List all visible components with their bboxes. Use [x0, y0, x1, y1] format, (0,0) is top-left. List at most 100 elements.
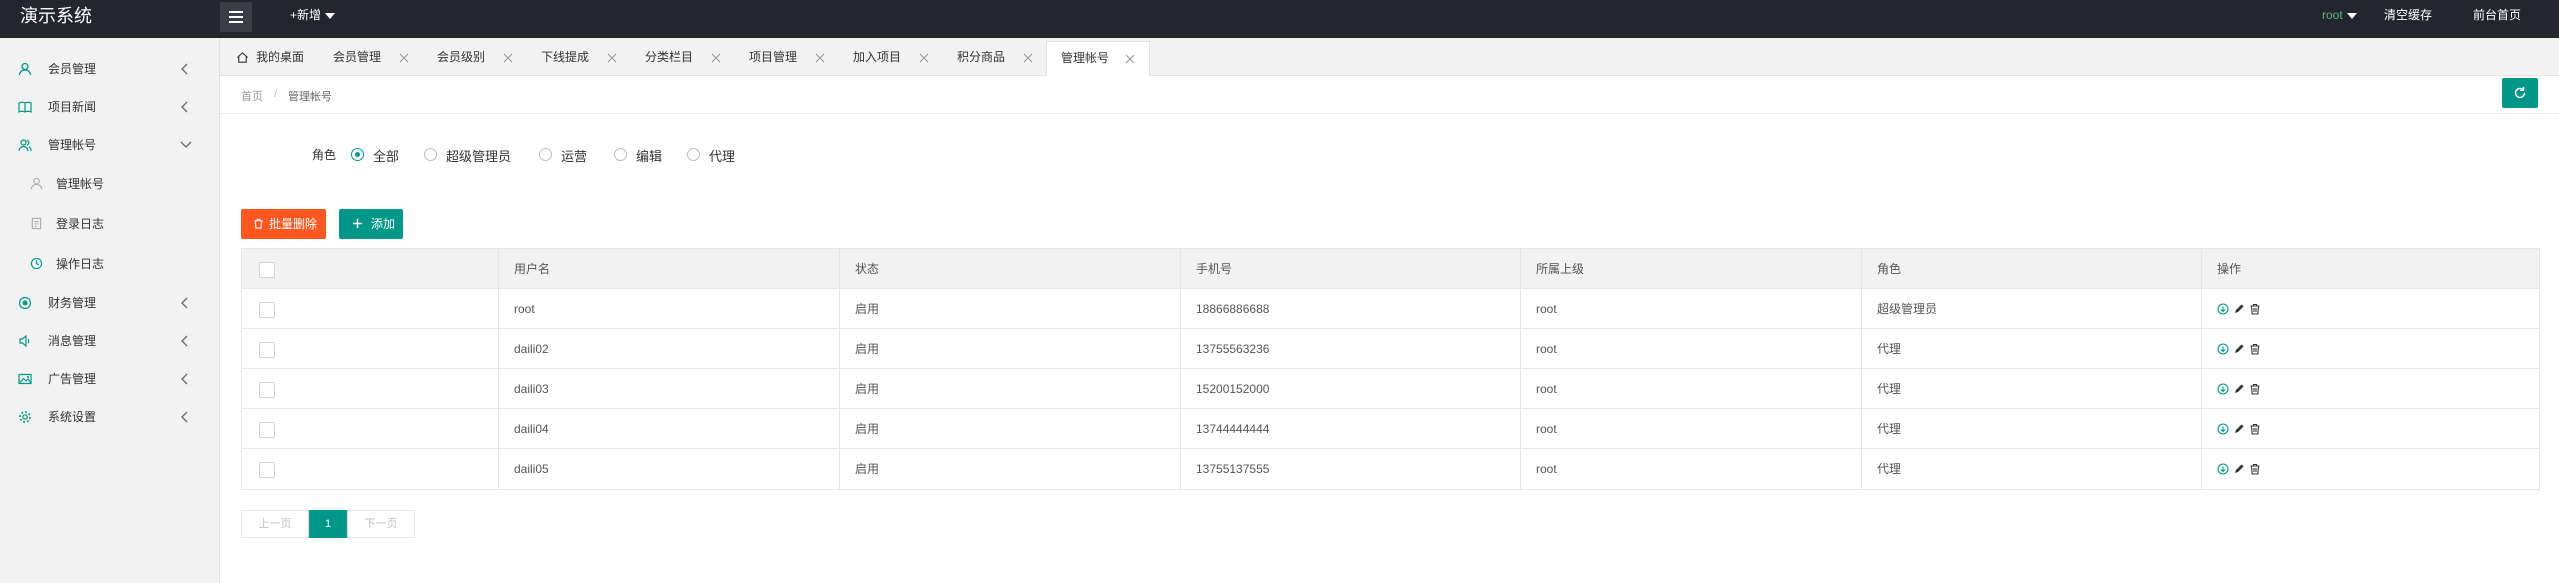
table-cell — [2201, 289, 2539, 329]
tab-category[interactable]: 分类栏目 — [645, 41, 735, 76]
next-page-button[interactable]: 下一页 — [347, 510, 415, 538]
select-all-checkbox[interactable] — [259, 262, 275, 278]
menu-toggle-button[interactable] — [220, 2, 252, 32]
sidebar-subitem-admin-accounts[interactable]: 管理帐号 — [0, 164, 220, 204]
table-cell: 启用 — [839, 369, 1180, 409]
enable-icon[interactable] — [2217, 423, 2229, 435]
delete-icon[interactable] — [2249, 343, 2261, 355]
table-cell: root — [1520, 409, 1861, 449]
delete-icon[interactable] — [2249, 383, 2261, 395]
image-icon — [18, 373, 32, 385]
sidebar-item-finance[interactable]: 财务管理 — [0, 284, 220, 322]
edit-icon[interactable] — [2233, 303, 2245, 315]
gear-icon — [19, 411, 31, 423]
close-icon[interactable] — [919, 53, 929, 63]
table-cell: root — [1520, 289, 1861, 329]
sidebar-item-members[interactable]: 会员管理 — [0, 50, 220, 88]
breadcrumb-home[interactable]: 首页 — [241, 88, 263, 104]
close-icon[interactable] — [607, 53, 617, 63]
table-cell: 启用 — [839, 409, 1180, 449]
sidebar-item-admin-accounts[interactable]: 管理帐号 — [0, 126, 220, 164]
table-header-cell: 状态 — [839, 249, 1180, 289]
prev-page-button[interactable]: 上一页 — [241, 510, 309, 538]
page-button-current[interactable]: 1 — [309, 510, 347, 538]
close-icon[interactable] — [815, 53, 825, 63]
row-checkbox[interactable] — [259, 302, 275, 318]
tab-member-management[interactable]: 会员管理 — [333, 41, 423, 76]
table-row: daili05 启用 13755137555 root 代理 — [242, 449, 2539, 489]
enable-icon[interactable] — [2217, 343, 2229, 355]
row-actions — [2217, 329, 2261, 369]
edit-icon[interactable] — [2233, 463, 2245, 475]
front-home-link[interactable]: 前台首页 — [2473, 0, 2521, 32]
table-cell — [2201, 369, 2539, 409]
app-logo: 演示系统 — [20, 6, 92, 26]
table-cell — [2201, 449, 2539, 489]
clear-cache-link[interactable]: 清空缓存 — [2384, 0, 2432, 32]
batch-delete-button[interactable]: 批量删除 — [241, 209, 326, 239]
tab-member-level[interactable]: 会员级别 — [437, 41, 527, 76]
table-header-cell: 角色 — [1861, 249, 2201, 289]
pagination: 上一页 1 下一页 — [241, 510, 415, 538]
sidebar-subitem-operation-log[interactable]: 操作日志 — [0, 244, 220, 284]
table-cell: 13744444444 — [1180, 409, 1520, 449]
tab-points-goods[interactable]: 积分商品 — [957, 41, 1047, 76]
table-cell: 启用 — [839, 449, 1180, 489]
edit-icon[interactable] — [2233, 383, 2245, 395]
table-cell: 超级管理员 — [1861, 289, 2201, 329]
sidebar-item-messages[interactable]: 消息管理 — [0, 322, 220, 360]
new-menu-button[interactable]: +新增 — [290, 0, 336, 32]
close-icon[interactable] — [711, 53, 721, 63]
caret-down-icon — [2346, 12, 2357, 19]
table-cell — [242, 409, 498, 449]
tab-label: 管理帐号 — [1061, 51, 1110, 65]
table-header-cell — [242, 249, 498, 289]
table-cell: daili05 — [498, 449, 839, 489]
close-icon[interactable] — [503, 53, 513, 63]
tab-admin-accounts[interactable]: 管理帐号 — [1046, 41, 1150, 76]
sidebar-item-label: 项目新闻 — [48, 100, 97, 114]
enable-icon[interactable] — [2217, 303, 2229, 315]
tab-project-management[interactable]: 项目管理 — [749, 41, 839, 76]
close-icon[interactable] — [1023, 53, 1033, 63]
radio-unchecked-icon — [687, 148, 700, 161]
sidebar-subitem-login-log[interactable]: 登录日志 — [0, 204, 220, 244]
tab-join-project[interactable]: 加入项目 — [853, 41, 943, 76]
sidebar-item-settings[interactable]: 系统设置 — [0, 398, 220, 436]
top-bar: 演示系统 +新增 root 清空缓存 前台首页 — [0, 0, 2559, 38]
enable-icon[interactable] — [2217, 383, 2229, 395]
table-header-row: 用户名 状态 手机号 所属上级 角色 操作 — [242, 249, 2539, 289]
table-cell: 代理 — [1861, 409, 2201, 449]
delete-icon[interactable] — [2249, 423, 2261, 435]
row-checkbox[interactable] — [259, 462, 275, 478]
row-checkbox[interactable] — [259, 382, 275, 398]
sidebar-item-ads[interactable]: 广告管理 — [0, 360, 220, 398]
tab-my-desktop[interactable]: 我的桌面 — [236, 41, 316, 76]
user-name: root — [2322, 8, 2343, 22]
delete-icon[interactable] — [2249, 463, 2261, 475]
caret-down-icon — [325, 12, 336, 19]
table-cell: daili04 — [498, 409, 839, 449]
edit-icon[interactable] — [2233, 343, 2245, 355]
user-menu[interactable]: root — [2322, 0, 2357, 32]
sidebar-item-news[interactable]: 项目新闻 — [0, 88, 220, 126]
table-header-cell: 操作 — [2201, 249, 2539, 289]
enable-icon[interactable] — [2217, 463, 2229, 475]
close-icon[interactable] — [1125, 54, 1135, 64]
row-checkbox[interactable] — [259, 422, 275, 438]
close-icon[interactable] — [399, 53, 409, 63]
trash-icon — [254, 218, 263, 229]
tab-label: 会员级别 — [437, 50, 486, 64]
refresh-button[interactable] — [2502, 78, 2538, 108]
delete-icon[interactable] — [2249, 303, 2261, 315]
tab-label: 项目管理 — [749, 50, 798, 64]
edit-icon[interactable] — [2233, 423, 2245, 435]
row-checkbox[interactable] — [259, 342, 275, 358]
radio-label: 编辑 — [636, 149, 663, 164]
tab-downline-commission[interactable]: 下线提成 — [541, 41, 631, 76]
table-cell: 13755563236 — [1180, 329, 1520, 369]
radio-label: 代理 — [709, 149, 736, 164]
radio-unchecked-icon — [424, 148, 437, 161]
add-button[interactable]: 添加 — [339, 209, 403, 239]
table-cell: root — [1520, 449, 1861, 489]
